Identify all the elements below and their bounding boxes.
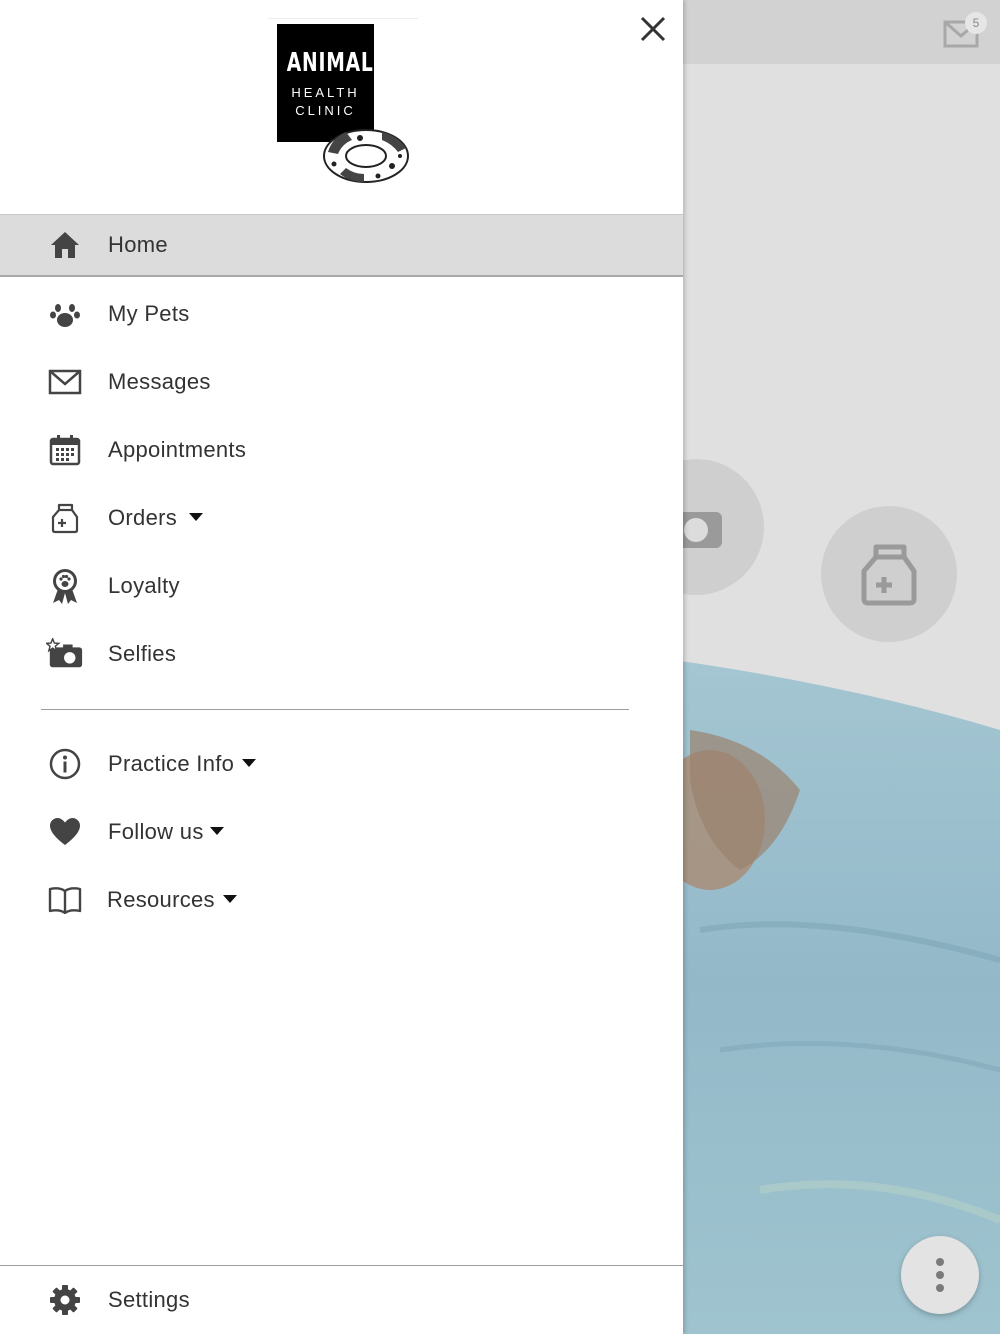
menu-label-home: Home: [108, 232, 168, 257]
book-icon: [46, 881, 84, 919]
close-drawer-button[interactable]: [634, 10, 672, 48]
menu-divider: [41, 709, 629, 710]
practice-info-text: Practice Info: [108, 751, 235, 776]
chevron-down-icon: [242, 759, 257, 768]
award-ribbon-icon: [46, 567, 84, 605]
medicine-bag-icon: [46, 499, 84, 537]
menu-label-orders: Orders: [108, 505, 204, 531]
gear-icon: [46, 1281, 84, 1319]
menu-item-follow-us[interactable]: Follow us: [0, 798, 683, 866]
dalmatian-ring-icon: [323, 129, 409, 183]
clinic-logo: ANIMAL HEALTH CLINIC: [268, 18, 418, 190]
menu-item-messages[interactable]: Messages: [0, 348, 683, 416]
secondary-menu: Practice Info Follow us Resources: [0, 730, 683, 934]
camera-star-icon: [46, 635, 84, 673]
menu-item-home[interactable]: Home: [0, 214, 683, 277]
more-options-button[interactable]: [901, 1236, 979, 1314]
menu-item-my-pets[interactable]: My Pets: [0, 280, 683, 348]
chevron-down-icon: [222, 895, 237, 904]
menu-label-follow-us: Follow us: [108, 819, 224, 845]
logo-title: ANIMAL: [286, 48, 374, 78]
heart-icon: [46, 813, 84, 851]
menu-item-settings[interactable]: Settings: [0, 1266, 683, 1334]
menu-label-my-pets: My Pets: [108, 301, 190, 326]
orders-shortcut-button[interactable]: [821, 506, 957, 642]
chevron-down-icon: [189, 513, 204, 522]
menu-label-selfies: Selfies: [108, 641, 177, 666]
follow-us-text: Follow us: [108, 819, 204, 844]
close-icon: [640, 16, 666, 42]
menu-label-loyalty: Loyalty: [108, 573, 180, 598]
menu-item-appointments[interactable]: Appointments: [0, 416, 683, 484]
menu-label-settings: Settings: [108, 1287, 190, 1312]
envelope-icon: [46, 363, 84, 401]
menu-label-practice-info: Practice Info: [108, 751, 257, 777]
home-icon: [46, 226, 84, 264]
info-icon: [46, 745, 84, 783]
resources-text: Resources: [107, 887, 215, 912]
calendar-icon: [46, 431, 84, 469]
chevron-down-icon: [209, 827, 224, 836]
vertical-dots-icon: [936, 1258, 944, 1292]
menu-item-resources[interactable]: Resources: [0, 866, 683, 934]
logo-subtitle-health: HEALTH: [291, 85, 360, 100]
primary-menu: Home My Pets Messages Appointments Order…: [0, 214, 683, 688]
menu-item-orders[interactable]: Orders: [0, 484, 683, 552]
mail-badge: 5: [965, 12, 987, 34]
paw-icon: [46, 295, 84, 333]
menu-label-messages: Messages: [108, 369, 211, 394]
menu-item-loyalty[interactable]: Loyalty: [0, 552, 683, 620]
orders-text: Orders: [108, 505, 178, 530]
medicine-bag-icon: [861, 544, 917, 606]
menu-item-selfies[interactable]: Selfies: [0, 620, 683, 688]
menu-label-appointments: Appointments: [108, 437, 247, 462]
logo-divider: [268, 18, 418, 19]
navigation-drawer: ANIMAL HEALTH CLINIC Home My Pets Messag…: [0, 0, 683, 1334]
menu-item-practice-info[interactable]: Practice Info: [0, 730, 683, 798]
logo-subtitle-clinic: CLINIC: [295, 103, 356, 118]
menu-label-resources: Resources: [107, 887, 237, 913]
